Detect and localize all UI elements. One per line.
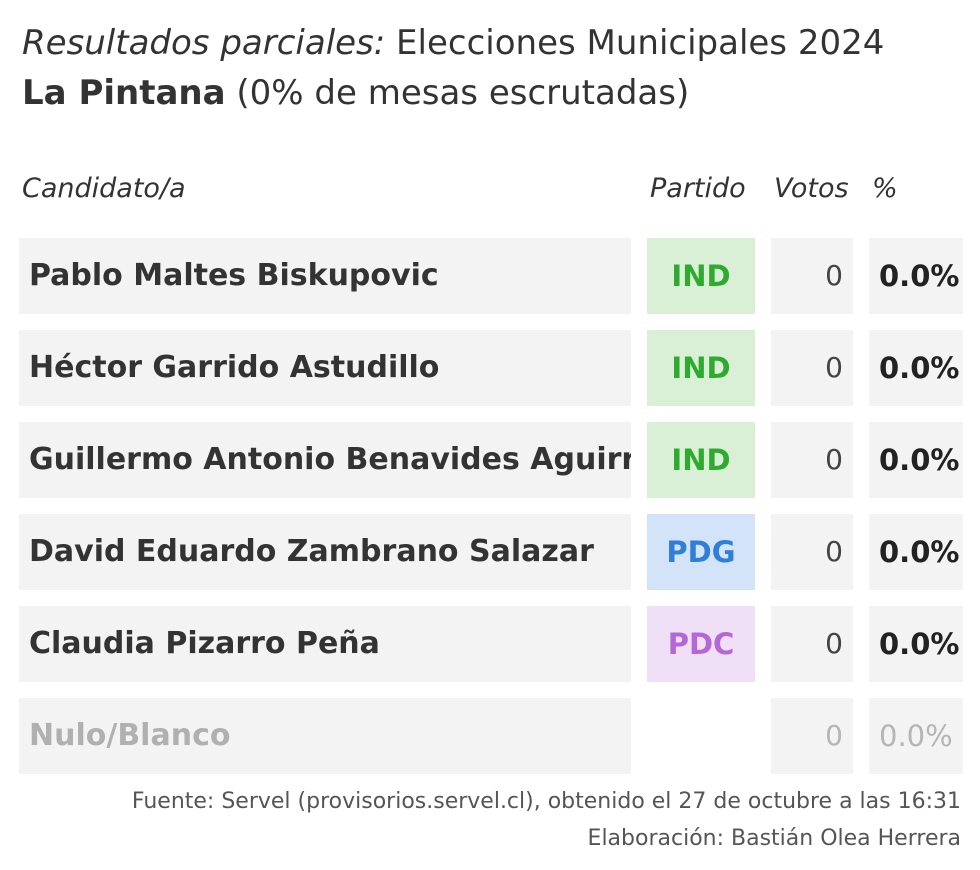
title-label: Resultados parciales:: [22, 23, 386, 63]
party-badge: PDC: [647, 606, 755, 682]
vote-percent: 0.0%: [869, 606, 963, 682]
party-badge-empty: [647, 698, 755, 774]
votes-count: 0: [771, 330, 853, 406]
party-badge: IND: [647, 238, 755, 314]
title-election: Elecciones Municipales 2024: [385, 23, 885, 63]
commune-name: La Pintana: [22, 73, 226, 113]
party-badge: PDG: [647, 514, 755, 590]
vote-percent: 0.0%: [869, 514, 963, 590]
source-note: Fuente: Servel (provisorios.servel.cl), …: [131, 789, 961, 814]
votes-count: 0: [771, 514, 853, 590]
null-blank-label: Nulo/Blanco: [19, 698, 631, 774]
candidate-name: Héctor Garrido Astudillo: [19, 330, 631, 406]
party-badge: IND: [647, 330, 755, 406]
candidate-name: Pablo Maltes Biskupovic: [19, 238, 631, 314]
candidate-name: Guillermo Antonio Benavides Aguirre: [19, 422, 631, 498]
candidate-name: David Eduardo Zambrano Salazar: [19, 514, 631, 590]
party-badge: IND: [647, 422, 755, 498]
table-row: David Eduardo Zambrano Salazar PDG 0 0.0…: [0, 514, 980, 590]
candidate-name: Claudia Pizarro Peña: [19, 606, 631, 682]
page-title: Resultados parciales: Elecciones Municip…: [22, 18, 962, 118]
header-percent: %: [872, 173, 898, 204]
header-party: Partido: [650, 173, 746, 204]
table-row: Claudia Pizarro Peña PDC 0 0.0%: [0, 606, 980, 682]
votes-count: 0: [771, 698, 853, 774]
vote-percent: 0.0%: [869, 422, 963, 498]
table-row: Guillermo Antonio Benavides Aguirre IND …: [0, 422, 980, 498]
votes-count: 0: [771, 238, 853, 314]
header-votes: Votos: [774, 173, 849, 204]
count-progress: (0% de mesas escrutadas): [225, 73, 690, 113]
header-candidate: Candidato/a: [22, 173, 186, 204]
vote-percent: 0.0%: [869, 698, 963, 774]
table-row: Héctor Garrido Astudillo IND 0 0.0%: [0, 330, 980, 406]
author-credit: Elaboración: Bastián Olea Herrera: [587, 826, 961, 851]
vote-percent: 0.0%: [869, 330, 963, 406]
table-row-null-blank: Nulo/Blanco 0 0.0%: [0, 698, 980, 774]
votes-count: 0: [771, 422, 853, 498]
votes-count: 0: [771, 606, 853, 682]
vote-percent: 0.0%: [869, 238, 963, 314]
table-row: Pablo Maltes Biskupovic IND 0 0.0%: [0, 238, 980, 314]
